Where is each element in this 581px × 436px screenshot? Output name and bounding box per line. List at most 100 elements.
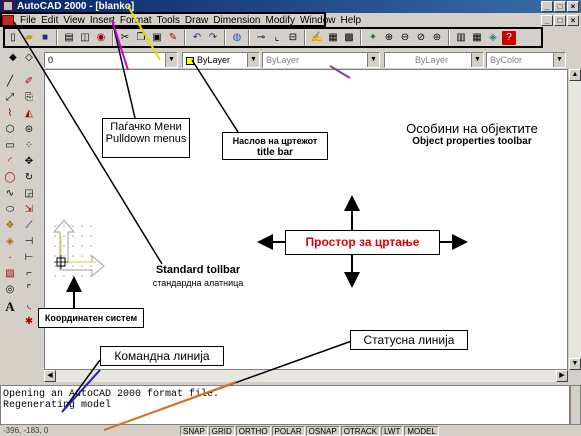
menu-view[interactable]: View <box>61 14 88 27</box>
redraw-icon[interactable]: ✍ <box>310 31 324 45</box>
otrack-toggle[interactable]: OTRACK <box>340 425 381 436</box>
xline-icon[interactable]: ⤢ <box>3 91 17 105</box>
preview-icon[interactable]: ◫ <box>78 31 92 45</box>
doc-restore-button[interactable]: □ <box>554 15 566 26</box>
rotate-icon[interactable]: ↻ <box>22 171 36 185</box>
explode-icon[interactable]: ✱ <box>22 315 36 329</box>
mirror-icon[interactable]: ◭ <box>22 107 36 121</box>
snap-toggle[interactable]: SNAP <box>180 425 208 436</box>
spline-icon[interactable]: ∿ <box>3 187 17 201</box>
linetype-dropdown[interactable]: ByLayer ▼ <box>262 52 380 68</box>
designcenter-icon[interactable]: ▦ <box>470 31 484 45</box>
make-block-icon[interactable]: ◈ <box>3 235 17 249</box>
line-icon[interactable]: ╱ <box>3 75 17 89</box>
menu-help[interactable]: Help <box>339 14 365 27</box>
copy-icon[interactable]: ❐ <box>134 31 148 45</box>
scroll-right-icon[interactable]: ▶ <box>556 370 568 382</box>
lengthen-icon[interactable]: ⟋ <box>22 219 36 233</box>
open-icon[interactable]: ▰ <box>22 31 36 45</box>
zoom-extents-icon[interactable]: ⊘ <box>414 31 428 45</box>
dbconnect-icon[interactable]: ◈ <box>486 31 500 45</box>
copy-object-icon[interactable]: ⎘ <box>22 91 36 105</box>
horizontal-scrollbar[interactable]: ◀ ▶ <box>44 370 568 382</box>
osnap-toggle[interactable]: OSNAP <box>305 425 340 436</box>
offset-icon[interactable]: ⊜ <box>22 123 36 137</box>
distance-icon[interactable]: ⊟ <box>286 31 300 45</box>
polygon-icon[interactable]: ⬡ <box>3 123 17 137</box>
undo-icon[interactable]: ↶ <box>190 31 204 45</box>
matchprop-icon[interactable]: ✎ <box>166 31 180 45</box>
layer-dropdown[interactable]: 0 ▼ <box>44 52 178 68</box>
zoom-icon[interactable]: ✦ <box>366 31 380 45</box>
minimize-button[interactable]: _ <box>541 1 553 12</box>
zoom-all-icon[interactable]: ⊛ <box>430 31 444 45</box>
zoom-window-icon[interactable]: ⊕ <box>382 31 396 45</box>
fillet-icon[interactable]: ◟ <box>22 299 36 313</box>
layer-manager-icon[interactable]: ◇ <box>22 51 36 65</box>
insert-block-icon[interactable]: ❖ <box>3 219 17 233</box>
menu-window[interactable]: Window <box>298 14 339 27</box>
scroll-up-icon[interactable]: ▲ <box>569 69 581 81</box>
polyline-icon[interactable]: ⌇ <box>3 107 17 121</box>
menu-file[interactable]: File <box>18 14 39 27</box>
layers-icon[interactable]: ◆ <box>6 51 20 65</box>
hatch-icon[interactable]: ▧ <box>3 267 17 281</box>
menu-dimension[interactable]: Dimension <box>211 14 263 27</box>
tracking-icon[interactable]: ⊸ <box>254 31 268 45</box>
trim-icon[interactable]: ⊣ <box>22 235 36 249</box>
hyperlink-icon[interactable]: ◍ <box>230 31 244 45</box>
chamfer-icon[interactable]: ⌜ <box>22 283 36 297</box>
paste-icon[interactable]: ▣ <box>150 31 164 45</box>
stretch-icon[interactable]: ⇲ <box>22 203 36 217</box>
doc-minimize-button[interactable]: _ <box>541 15 553 26</box>
help-icon[interactable]: ? <box>502 31 516 45</box>
scroll-down-icon[interactable]: ▼ <box>569 358 581 370</box>
aerial-icon[interactable]: ▦ <box>326 31 340 45</box>
polar-toggle[interactable]: POLAR <box>271 425 305 436</box>
new-icon[interactable]: ▯ <box>6 31 20 45</box>
menu-draw[interactable]: Draw <box>183 14 211 27</box>
redo-icon[interactable]: ↷ <box>206 31 220 45</box>
extend-icon[interactable]: ⊢ <box>22 251 36 265</box>
color-dropdown[interactable]: ByLayer ▼ <box>182 52 260 68</box>
close-button[interactable]: × <box>567 1 579 12</box>
rectangle-icon[interactable]: ▭ <box>3 139 17 153</box>
ortho-toggle[interactable]: ORTHO <box>235 425 271 436</box>
plotstyle-dropdown[interactable]: ByColor ▼ <box>486 52 566 68</box>
break-icon[interactable]: ⌐ <box>22 267 36 281</box>
point-icon[interactable]: · <box>3 251 17 265</box>
scale-icon[interactable]: ◲ <box>22 187 36 201</box>
erase-icon[interactable]: ✐ <box>22 75 36 89</box>
properties-icon[interactable]: ▥ <box>454 31 468 45</box>
ellipse-icon[interactable]: ⬭ <box>3 203 17 217</box>
mtext-icon[interactable]: A <box>3 299 17 313</box>
circle-icon[interactable]: ◯ <box>3 171 17 185</box>
menu-insert[interactable]: Insert <box>88 14 118 27</box>
doc-close-button[interactable]: × <box>567 15 579 26</box>
autocad-app-icon[interactable] <box>3 1 13 11</box>
menu-format[interactable]: Format <box>118 14 155 27</box>
zoom-previous-icon[interactable]: ⊖ <box>398 31 412 45</box>
spell-icon[interactable]: ◉ <box>94 31 108 45</box>
scroll-left-icon[interactable]: ◀ <box>44 370 56 382</box>
vertical-scrollbar[interactable]: ▲ ▼ <box>568 69 581 370</box>
cut-icon[interactable]: ✂ <box>118 31 132 45</box>
ucs-icon[interactable]: ⌞ <box>270 31 284 45</box>
pan-icon[interactable]: ▩ <box>342 31 356 45</box>
document-icon[interactable] <box>2 15 14 26</box>
command-scrollbar[interactable] <box>570 385 581 425</box>
menu-edit[interactable]: Edit <box>39 14 61 27</box>
maximize-button[interactable]: □ <box>554 1 566 12</box>
save-icon[interactable]: ■ <box>38 31 52 45</box>
array-icon[interactable]: ⁘ <box>22 139 36 153</box>
print-icon[interactable]: ▤ <box>62 31 76 45</box>
move-icon[interactable]: ✥ <box>22 155 36 169</box>
lineweight-dropdown[interactable]: ByLayer ▼ <box>384 52 484 68</box>
arc-icon[interactable]: ◜ <box>3 155 17 169</box>
lwt-toggle[interactable]: LWT <box>381 425 404 436</box>
menu-tools[interactable]: Tools <box>155 14 183 27</box>
grid-toggle[interactable]: GRID <box>208 425 235 436</box>
menu-modify[interactable]: Modify <box>264 14 298 27</box>
region-icon[interactable]: ◎ <box>3 283 17 297</box>
command-window[interactable]: Opening an AutoCAD 2000 format file. Reg… <box>0 385 570 425</box>
